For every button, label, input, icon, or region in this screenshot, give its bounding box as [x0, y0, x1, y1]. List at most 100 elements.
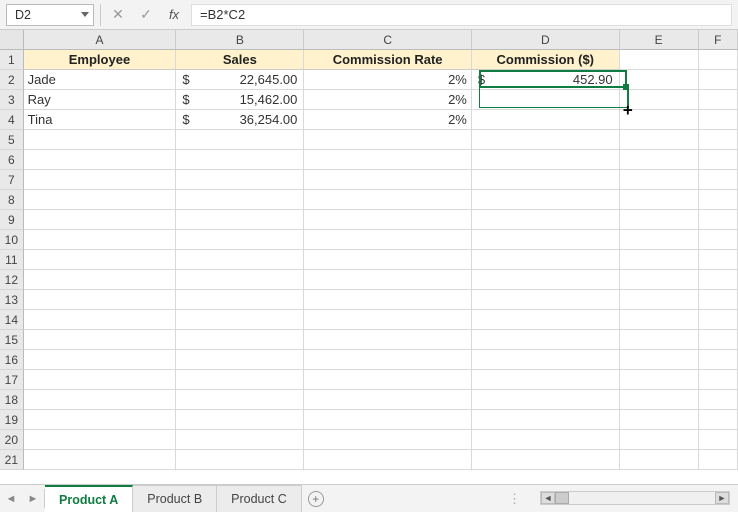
- cell[interactable]: [304, 410, 471, 430]
- row-header[interactable]: 10: [0, 230, 24, 250]
- row-header[interactable]: 3: [0, 90, 24, 110]
- cell[interactable]: [176, 370, 304, 390]
- cell[interactable]: [24, 450, 177, 470]
- row-header[interactable]: 1: [0, 50, 24, 70]
- scroll-left-icon[interactable]: ◄: [541, 492, 555, 504]
- cell[interactable]: [24, 350, 177, 370]
- column-header-B[interactable]: B: [176, 30, 304, 49]
- row-header[interactable]: 6: [0, 150, 24, 170]
- cell[interactable]: [176, 290, 304, 310]
- cell[interactable]: [699, 390, 738, 410]
- row-header[interactable]: 12: [0, 270, 24, 290]
- cell[interactable]: [620, 370, 699, 390]
- row-header[interactable]: 8: [0, 190, 24, 210]
- cell-employee[interactable]: Jade: [24, 70, 177, 90]
- cell-sales[interactable]: $22,645.00: [176, 70, 304, 90]
- cell[interactable]: [24, 230, 177, 250]
- cell[interactable]: [304, 310, 471, 330]
- scroll-thumb[interactable]: [555, 492, 569, 504]
- cell-commission[interactable]: [472, 90, 620, 110]
- cell[interactable]: [304, 190, 471, 210]
- tab-product-a[interactable]: Product A: [45, 485, 133, 512]
- row-header[interactable]: 15: [0, 330, 24, 350]
- row-header[interactable]: 9: [0, 210, 24, 230]
- cell[interactable]: [24, 250, 177, 270]
- cell[interactable]: [24, 210, 177, 230]
- row-header[interactable]: 14: [0, 310, 24, 330]
- cell[interactable]: [176, 230, 304, 250]
- cell[interactable]: [176, 450, 304, 470]
- row-header[interactable]: 13: [0, 290, 24, 310]
- cell[interactable]: [472, 270, 620, 290]
- cell[interactable]: [304, 330, 471, 350]
- more-icon[interactable]: ⋮: [508, 491, 522, 507]
- cell[interactable]: [620, 130, 699, 150]
- cell[interactable]: [24, 430, 177, 450]
- cell[interactable]: [620, 430, 699, 450]
- cell[interactable]: [24, 150, 177, 170]
- cell[interactable]: [620, 310, 699, 330]
- cell[interactable]: [472, 450, 620, 470]
- cell[interactable]: [699, 310, 738, 330]
- formula-input[interactable]: =B2*C2: [191, 4, 732, 26]
- column-header-F[interactable]: F: [699, 30, 738, 49]
- cell[interactable]: [176, 270, 304, 290]
- header-cell-sales[interactable]: Sales: [176, 50, 304, 70]
- cell[interactable]: [699, 70, 738, 90]
- cell[interactable]: [699, 110, 738, 130]
- cell[interactable]: [176, 330, 304, 350]
- cell[interactable]: [472, 430, 620, 450]
- cell[interactable]: [620, 330, 699, 350]
- cell[interactable]: [176, 190, 304, 210]
- cell[interactable]: [304, 150, 471, 170]
- cell-rate[interactable]: 2%: [304, 110, 471, 130]
- cell[interactable]: [620, 450, 699, 470]
- cell[interactable]: [304, 350, 471, 370]
- cell[interactable]: [472, 190, 620, 210]
- cell-employee[interactable]: Tina: [24, 110, 177, 130]
- cell[interactable]: [472, 150, 620, 170]
- prev-sheet-icon[interactable]: ◄: [0, 485, 22, 512]
- cell[interactable]: [176, 210, 304, 230]
- cell[interactable]: [24, 370, 177, 390]
- cell[interactable]: [176, 410, 304, 430]
- cell[interactable]: [304, 210, 471, 230]
- cell[interactable]: [472, 390, 620, 410]
- cell[interactable]: [472, 330, 620, 350]
- cell[interactable]: [176, 250, 304, 270]
- cell[interactable]: [699, 230, 738, 250]
- cell[interactable]: [176, 310, 304, 330]
- cell[interactable]: [176, 130, 304, 150]
- add-sheet-button[interactable]: +: [302, 485, 330, 512]
- cell-commission[interactable]: [472, 110, 620, 130]
- cell[interactable]: [620, 150, 699, 170]
- cell[interactable]: [304, 270, 471, 290]
- cell[interactable]: [176, 430, 304, 450]
- cell[interactable]: [176, 150, 304, 170]
- cell[interactable]: [304, 290, 471, 310]
- cell[interactable]: [472, 210, 620, 230]
- cell[interactable]: [24, 170, 177, 190]
- row-header[interactable]: 5: [0, 130, 24, 150]
- cell[interactable]: [24, 270, 177, 290]
- cell[interactable]: [304, 390, 471, 410]
- cell[interactable]: [699, 210, 738, 230]
- cell[interactable]: [620, 250, 699, 270]
- header-cell-rate[interactable]: Commission Rate: [304, 50, 471, 70]
- column-header-A[interactable]: A: [24, 30, 177, 49]
- cell[interactable]: [24, 130, 177, 150]
- cell-sales[interactable]: $15,462.00: [176, 90, 304, 110]
- cell[interactable]: [304, 250, 471, 270]
- cell[interactable]: [699, 450, 738, 470]
- scroll-right-icon[interactable]: ►: [715, 492, 729, 504]
- cell[interactable]: [304, 370, 471, 390]
- cell[interactable]: [176, 390, 304, 410]
- cell[interactable]: [24, 310, 177, 330]
- row-header[interactable]: 16: [0, 350, 24, 370]
- cell[interactable]: [176, 170, 304, 190]
- cell[interactable]: [472, 250, 620, 270]
- cell[interactable]: [304, 450, 471, 470]
- cell[interactable]: [699, 170, 738, 190]
- row-header[interactable]: 7: [0, 170, 24, 190]
- cell[interactable]: [472, 170, 620, 190]
